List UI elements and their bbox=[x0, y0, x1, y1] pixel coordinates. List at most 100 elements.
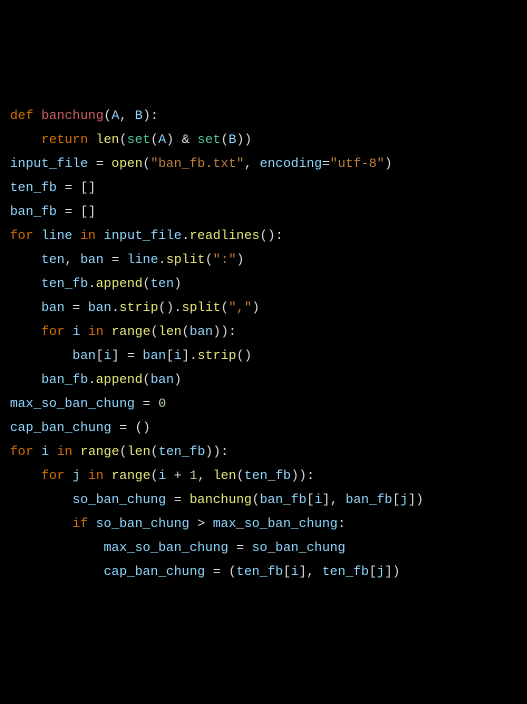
code-token: 0 bbox=[158, 396, 166, 411]
code-token: input_file bbox=[104, 228, 182, 243]
code-token: , bbox=[307, 564, 323, 579]
code-line: so_ban_chung = banchung(ban_fb[i], ban_f… bbox=[10, 488, 517, 512]
code-token: ( bbox=[119, 132, 127, 147]
code-token: in bbox=[80, 228, 96, 243]
code-token: [ bbox=[369, 564, 377, 579]
code-token: + bbox=[166, 468, 189, 483]
code-token: = bbox=[135, 396, 158, 411]
code-token: encoding bbox=[260, 156, 322, 171]
code-token: for bbox=[10, 444, 33, 459]
code-token: ( bbox=[252, 492, 260, 507]
code-token: line bbox=[41, 228, 72, 243]
code-token: len bbox=[213, 468, 236, 483]
code-token: ] bbox=[182, 348, 190, 363]
code-token: cap_ban_chung bbox=[104, 564, 205, 579]
code-token: ( bbox=[236, 468, 244, 483]
code-token: : bbox=[221, 444, 229, 459]
code-token: ban bbox=[190, 324, 213, 339]
code-token bbox=[10, 540, 104, 555]
code-token: , bbox=[65, 252, 81, 267]
code-token: : bbox=[338, 516, 346, 531]
code-line: if so_ban_chung > max_so_ban_chung: bbox=[10, 512, 517, 536]
code-token: )) bbox=[236, 132, 252, 147]
code-token bbox=[10, 252, 41, 267]
code-token bbox=[10, 132, 41, 147]
code-line: ten_fb = [] bbox=[10, 176, 517, 200]
code-token: : bbox=[151, 108, 159, 123]
code-token: ]) bbox=[408, 492, 424, 507]
code-token: ) bbox=[385, 156, 393, 171]
code-token: strip bbox=[119, 300, 158, 315]
code-token: [ bbox=[392, 492, 400, 507]
code-token: [ bbox=[96, 348, 104, 363]
code-token: ) bbox=[174, 372, 182, 387]
code-line: ban_fb = [] bbox=[10, 200, 517, 224]
code-token: return bbox=[41, 132, 96, 147]
code-token bbox=[96, 228, 104, 243]
code-token: i bbox=[41, 444, 49, 459]
code-token: ( bbox=[221, 300, 229, 315]
code-token: () bbox=[236, 348, 252, 363]
code-token: . bbox=[174, 300, 182, 315]
code-token: append bbox=[96, 276, 143, 291]
code-token: : bbox=[275, 228, 283, 243]
code-token: "utf-8" bbox=[330, 156, 385, 171]
code-token: banchung bbox=[41, 108, 103, 123]
code-token: ten_fb bbox=[10, 180, 57, 195]
code-token: ten_fb bbox=[322, 564, 369, 579]
code-token bbox=[10, 300, 41, 315]
code-token: "," bbox=[229, 300, 252, 315]
code-token: ban bbox=[150, 372, 173, 387]
code-token: [ bbox=[283, 564, 291, 579]
code-token: ban bbox=[143, 348, 166, 363]
code-token: )) bbox=[213, 324, 229, 339]
code-token: = ( bbox=[205, 564, 236, 579]
code-token: ten_fb bbox=[236, 564, 283, 579]
code-token bbox=[10, 564, 104, 579]
code-token: = bbox=[104, 252, 127, 267]
code-token: ] bbox=[299, 564, 307, 579]
code-token: ten_fb bbox=[244, 468, 291, 483]
code-token: ban_fb bbox=[41, 372, 88, 387]
code-token: len bbox=[127, 444, 150, 459]
code-token: = bbox=[119, 348, 142, 363]
code-token: max_so_ban_chung bbox=[104, 540, 229, 555]
code-token: () bbox=[158, 300, 174, 315]
code-token: ":" bbox=[213, 252, 236, 267]
code-token bbox=[49, 444, 57, 459]
code-token: max_so_ban_chung bbox=[10, 396, 135, 411]
code-line: cap_ban_chung = () bbox=[10, 416, 517, 440]
code-token: banchung bbox=[189, 492, 251, 507]
code-token: ( bbox=[119, 444, 127, 459]
code-token: in bbox=[57, 444, 73, 459]
code-token: append bbox=[96, 372, 143, 387]
code-token: ) bbox=[143, 108, 151, 123]
code-token: ten bbox=[41, 252, 64, 267]
code-token: . bbox=[88, 372, 96, 387]
code-token: ban_fb bbox=[346, 492, 393, 507]
code-token: ( bbox=[182, 324, 190, 339]
code-token: for bbox=[10, 228, 33, 243]
code-token bbox=[10, 324, 41, 339]
code-token: j bbox=[400, 492, 408, 507]
code-token: "ban_fb.txt" bbox=[150, 156, 244, 171]
code-token bbox=[80, 468, 88, 483]
code-token: ) bbox=[166, 132, 182, 147]
code-line: for j in range(i + 1, len(ten_fb)): bbox=[10, 464, 517, 488]
code-token: = () bbox=[111, 420, 150, 435]
code-line: return len(set(A) & set(B)) bbox=[10, 128, 517, 152]
code-token bbox=[10, 492, 72, 507]
code-token: )) bbox=[205, 444, 221, 459]
code-token: , bbox=[330, 492, 346, 507]
code-token: ( bbox=[205, 252, 213, 267]
code-token: . bbox=[88, 276, 96, 291]
code-token: ) bbox=[252, 300, 260, 315]
code-token: i bbox=[291, 564, 299, 579]
code-token: , bbox=[244, 156, 260, 171]
code-token: > bbox=[189, 516, 212, 531]
code-token: ban bbox=[80, 252, 103, 267]
code-line: input_file = open("ban_fb.txt", encoding… bbox=[10, 152, 517, 176]
code-token: A bbox=[158, 132, 166, 147]
code-token: so_ban_chung bbox=[252, 540, 346, 555]
code-line: def banchung(A, B): bbox=[10, 104, 517, 128]
